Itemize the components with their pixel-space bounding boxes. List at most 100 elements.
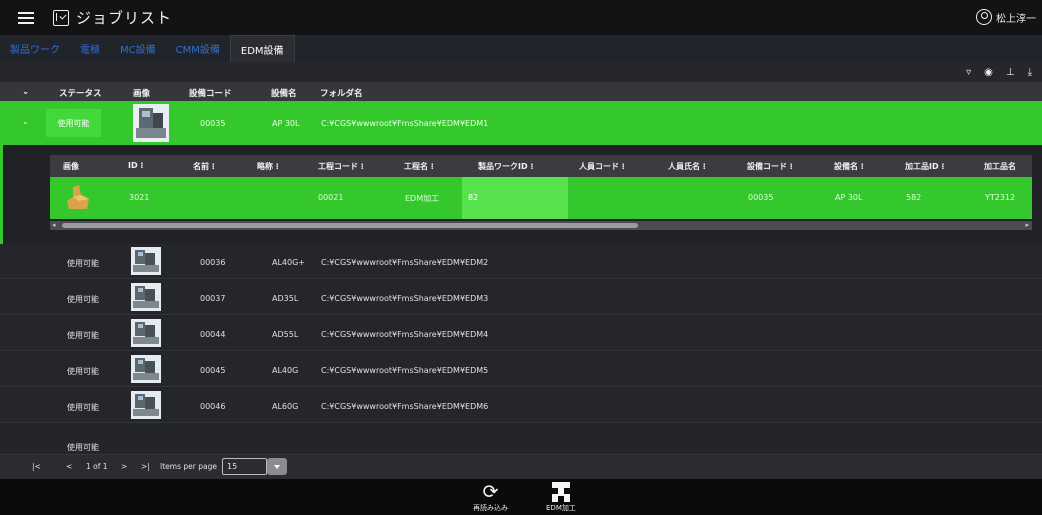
nested-col-workpiece-id[interactable]: 加工品ID ⁝ [905,161,944,172]
nested-id: 3021 [129,193,150,202]
collapse-chevron-icon[interactable]: ⌄ [22,117,29,126]
reload-label: 再読み込み [473,504,508,512]
tab-edm-equipment[interactable]: EDM設備 [229,35,295,62]
nested-col-process-name[interactable]: 工程名 ⁝ [404,161,434,172]
table-row[interactable]: 使用可能 00045 AL40G C:¥CGS¥wwwroot¥FmsShare… [0,352,1042,387]
row-status: 使用可能 [67,443,99,452]
row-folder-path: C:¥CGS¥wwwroot¥FmsShare¥EDM¥EDM5 [321,366,489,375]
horizontal-scrollbar[interactable]: ◂ ▸ [50,221,1032,230]
row-equipment-name: AL40G [272,366,299,375]
row-status: 使用可能 [67,295,99,304]
checklist-icon [53,9,69,26]
app-header: ジョブリスト 松上淳一 [0,0,1042,35]
nested-col-equipment-code[interactable]: 設備コード ⁝ [747,161,793,172]
tab-cmm-equipment[interactable]: CMM設備 [166,35,230,62]
table-header: ⌄ ステータス 画像 設備コード 設備名 フォルダ名 [0,82,1042,101]
edm-process-button[interactable]: EDM加工 [546,482,576,513]
row-equipment-name: AD35L [272,294,299,303]
row-equipment-code: 00045 [200,366,226,375]
items-per-page-select[interactable]: 15 [222,458,267,475]
workpiece-thumbnail [67,185,89,209]
scroll-right-arrow-icon[interactable]: ▸ [1025,221,1029,229]
hamburger-menu-icon[interactable] [18,11,34,24]
tab-product-work[interactable]: 製品ワーク [0,35,70,62]
user-menu[interactable]: 松上淳一 [976,9,1036,25]
row-folder-path: C:¥CGS¥wwwroot¥FmsShare¥EDM¥EDM2 [321,258,489,267]
equipment-code: 00035 [200,119,226,128]
first-page-button[interactable]: |< [32,462,41,471]
nested-process-code: 00021 [318,193,344,202]
eye-icon[interactable]: ◉ [984,67,993,78]
machine-thumbnail [131,283,161,311]
nested-workpiece-name: YT2312 [985,193,1016,202]
row-equipment-code: 00037 [200,294,226,303]
table-row[interactable]: 使用可能 [0,424,1042,455]
expand-all-icon[interactable]: ⌄ [22,87,29,97]
next-page-button[interactable]: > [121,462,127,471]
equipment-name: AP 30L [272,119,300,128]
table-row[interactable]: 使用可能 00046 AL60G C:¥CGS¥wwwroot¥FmsShare… [0,388,1042,423]
machine-thumbnail [131,355,161,383]
row-equipment-name: AL60G [272,402,299,411]
pin-icon[interactable]: ⊥ [1006,67,1015,78]
folder-path: C:¥CGS¥wwwroot¥FmsShare¥EDM¥EDM1 [321,119,489,128]
expanded-equipment-row[interactable]: ⌄ 使用可能 00035 AP 30L C:¥CGS¥wwwroot¥FmsSh… [0,101,1042,145]
table-row[interactable]: 使用可能 00044 AD55L C:¥CGS¥wwwroot¥FmsShare… [0,316,1042,351]
category-tabs: 製品ワーク 電極 MC設備 CMM設備 EDM設備 [0,35,1042,62]
nested-col-short[interactable]: 略称 ⁝ [257,161,279,172]
nested-detail-panel: 画像 ID ⁝ 名前 ⁝ 略称 ⁝ 工程コード ⁝ 工程名 ⁝ 製品ワークID … [0,145,1042,244]
nested-col-image[interactable]: 画像 [63,161,79,172]
paginator: |< < 1 of 1 > >| Items per page 15 [0,455,1042,479]
page-title: ジョブリスト [76,9,173,27]
nested-equipment-name: AP 30L [835,193,863,202]
reload-icon: ⟳ [482,481,499,503]
nested-table-row[interactable]: 3021 00021 EDM加工 82 00035 AP 30L 582 YT2… [50,177,1032,219]
nested-workpiece-id: 582 [906,193,922,202]
column-folder-name[interactable]: フォルダ名 [320,87,363,99]
row-equipment-name: AL40G+ [272,258,306,267]
footer-bar: ⟳ 再読み込み EDM加工 [0,479,1042,515]
items-per-page-label: Items per page [160,462,217,471]
row-status: 使用可能 [67,403,99,412]
status-badge: 使用可能 [46,109,101,137]
row-equipment-code: 00046 [200,402,226,411]
tab-mc-equipment[interactable]: MC設備 [110,35,166,62]
column-equipment-code[interactable]: 設備コード [189,87,232,99]
edm-machine-icon [551,482,570,502]
prev-page-button[interactable]: < [66,462,72,471]
column-status[interactable]: ステータス [59,87,102,99]
reload-button[interactable]: ⟳ 再読み込み [473,482,508,513]
row-folder-path: C:¥CGS¥wwwroot¥FmsShare¥EDM¥EDM4 [321,330,489,339]
nested-col-process-code[interactable]: 工程コード ⁝ [318,161,364,172]
table-toolbar: ▿ ◉ ⊥ ⤓ [0,62,1042,82]
machine-thumbnail [131,391,161,419]
scroll-left-arrow-icon[interactable]: ◂ [52,221,56,229]
column-image[interactable]: 画像 [133,87,150,99]
nested-col-name[interactable]: 名前 ⁝ [193,161,215,172]
column-equipment-name[interactable]: 設備名 [271,87,297,99]
nested-col-workpiece-name[interactable]: 加工品名 [984,161,1016,172]
tab-electrode[interactable]: 電極 [70,35,110,62]
items-per-page-dropdown-icon[interactable] [267,458,287,475]
edm-label: EDM加工 [546,504,576,512]
table-row[interactable]: 使用可能 00036 AL40G+ C:¥CGS¥wwwroot¥FmsShar… [0,244,1042,279]
download-icon[interactable]: ⤓ [1028,67,1032,78]
scrollbar-thumb[interactable] [62,223,638,228]
last-page-button[interactable]: >| [141,462,150,471]
nested-col-equipment-name[interactable]: 設備名 ⁝ [834,161,864,172]
table-row[interactable]: 使用可能 00037 AD35L C:¥CGS¥wwwroot¥FmsShare… [0,280,1042,315]
row-folder-path: C:¥CGS¥wwwroot¥FmsShare¥EDM¥EDM3 [321,294,489,303]
nested-col-staff-name[interactable]: 人員氏名 ⁝ [668,161,706,172]
nested-col-product-work-id[interactable]: 製品ワークID ⁝ [478,161,533,172]
row-equipment-name: AD55L [272,330,299,339]
row-status: 使用可能 [67,367,99,376]
row-status: 使用可能 [67,259,99,268]
nested-col-id[interactable]: ID ⁝ [128,161,143,170]
nested-col-staff-code[interactable]: 人員コード ⁝ [579,161,625,172]
filter-icon[interactable]: ▿ [966,67,971,78]
row-folder-path: C:¥CGS¥wwwroot¥FmsShare¥EDM¥EDM6 [321,402,489,411]
machine-thumbnail [131,247,161,275]
nested-table-header: 画像 ID ⁝ 名前 ⁝ 略称 ⁝ 工程コード ⁝ 工程名 ⁝ 製品ワークID … [50,155,1032,177]
row-status: 使用可能 [67,331,99,340]
page-range: 1 of 1 [86,462,108,471]
